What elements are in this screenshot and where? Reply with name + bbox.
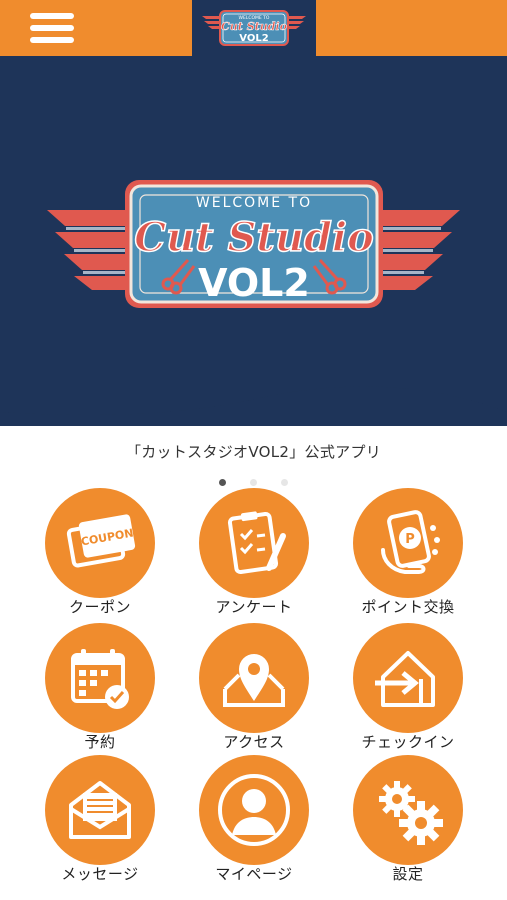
menu-access-label: アクセス <box>223 733 285 751</box>
menu-survey-button[interactable]: アンケート <box>184 488 324 618</box>
menu-message-label: メッセージ <box>61 865 139 883</box>
menu-reservation-label: 予約 <box>84 733 116 751</box>
hamburger-menu-icon[interactable] <box>30 10 74 46</box>
menu-settings-label: 設定 <box>392 865 424 883</box>
menu-check-in-button[interactable]: チェックイン <box>338 623 478 753</box>
settings-gears-icon <box>353 755 463 865</box>
menu-message-button[interactable]: メッセージ <box>30 755 170 885</box>
menu-settings-button[interactable]: 設定 <box>338 755 478 885</box>
message-envelope-icon <box>45 755 155 865</box>
app-screen: WELCOME TO Cut Studio VOL2 WELCOME TO Cu… <box>0 0 507 900</box>
hero-wave <box>0 372 507 416</box>
my-page-user-icon <box>199 755 309 865</box>
header-logo-line2: Cut Studio <box>221 20 287 33</box>
hero-logo-line2: Cut Studio <box>134 214 374 261</box>
app-tagline: 「カットスタジオVOL2」公式アプリ <box>125 443 382 461</box>
carousel-dot-2[interactable] <box>250 479 257 486</box>
header-logo-sign: WELCOME TO Cut Studio VOL2 <box>202 10 306 46</box>
carousel-dot-1[interactable] <box>219 479 226 486</box>
top-bar: WELCOME TO Cut Studio VOL2 <box>0 0 507 56</box>
menu-reservation-button[interactable]: 予約 <box>30 623 170 753</box>
check-in-icon <box>353 623 463 733</box>
hero-logo-line1: WELCOME TO <box>196 195 312 211</box>
menu-point-exchange-label: ポイント交換 <box>361 598 455 616</box>
menu-point-exchange-button[interactable]: P ポイント交換 <box>338 488 478 618</box>
carousel-dots <box>0 471 507 486</box>
reservation-calendar-icon <box>45 623 155 733</box>
point-exchange-icon: P <box>353 488 463 598</box>
svg-text:P: P <box>405 532 415 547</box>
header-logo[interactable]: WELCOME TO Cut Studio VOL2 <box>192 0 316 56</box>
map-pin-icon <box>199 623 309 733</box>
survey-clipboard-icon <box>199 488 309 598</box>
menu-coupon-label: クーポン <box>68 598 131 616</box>
menu-check-in-label: チェックイン <box>361 733 455 751</box>
menu-survey-label: アンケート <box>215 598 293 616</box>
header-logo-line3: VOL2 <box>239 33 268 44</box>
menu-coupon-button[interactable]: COUPON クーポン <box>30 488 170 618</box>
menu-my-page-button[interactable]: マイページ <box>184 755 324 885</box>
hero-banner: WELCOME TO Cut Studio VOL2 <box>0 56 507 426</box>
hero-logo-line3: VOL2 <box>198 261 310 305</box>
menu-access-button[interactable]: アクセス <box>184 623 324 753</box>
menu-my-page-label: マイページ <box>215 865 293 883</box>
carousel-dot-3[interactable] <box>281 479 288 486</box>
hero-logo-sign: WELCOME TO Cut Studio VOL2 <box>47 180 460 308</box>
coupon-icon: COUPON <box>45 488 155 598</box>
